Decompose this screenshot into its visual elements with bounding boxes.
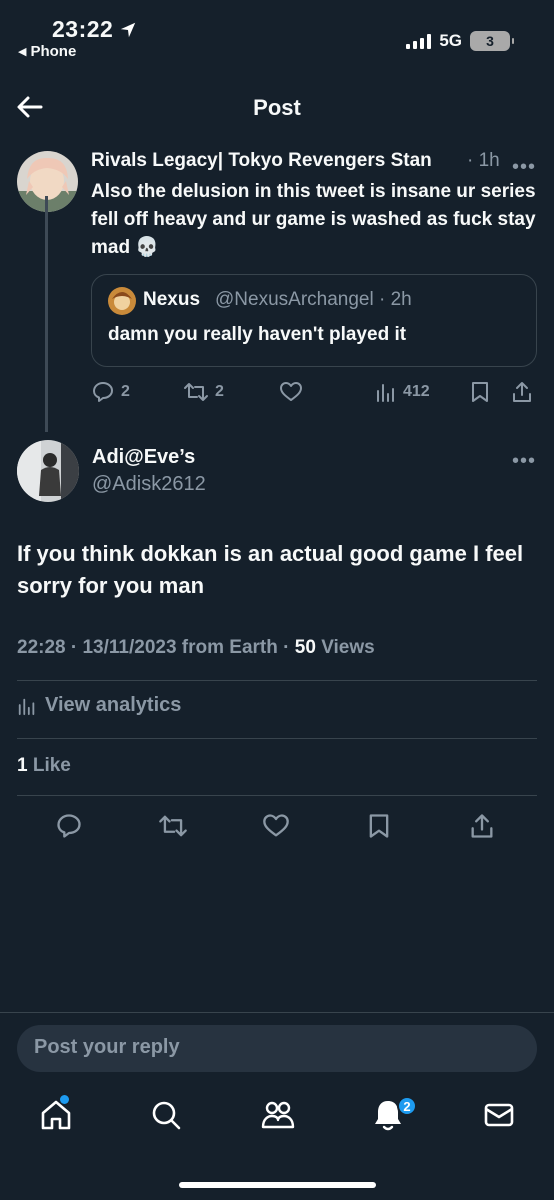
reply-button[interactable]: 2 — [91, 378, 130, 406]
bookmark-icon[interactable] — [366, 812, 392, 840]
bookmark-icon — [472, 382, 488, 402]
likes-count: 1 — [17, 755, 28, 776]
views-count: 50 — [294, 637, 316, 658]
thread-connector — [45, 196, 48, 432]
reply-icon[interactable] — [55, 812, 83, 840]
parent-post-text: Also the delusion in this tweet is insan… — [91, 181, 536, 258]
analytics-icon — [18, 698, 35, 715]
messages-icon[interactable] — [481, 1097, 517, 1133]
bookmark-button[interactable] — [469, 378, 491, 406]
share-icon[interactable] — [469, 812, 495, 840]
repost-icon[interactable] — [158, 812, 188, 840]
main-handle[interactable]: @Adisk2612 — [92, 473, 206, 496]
more-options-icon[interactable]: ••• — [512, 156, 536, 179]
back-triangle-icon: ◀ — [18, 46, 27, 58]
parent-post-time: · 1h — [467, 150, 500, 171]
view-analytics-button[interactable]: View analytics — [17, 694, 181, 717]
quote-display-name: Nexus — [143, 289, 201, 310]
repost-icon — [184, 383, 208, 401]
divider — [17, 795, 537, 796]
parent-display-name[interactable]: Rivals Legacy| Tokyo Revengers Stan — [91, 150, 432, 172]
quote-text: damn you really haven't played it — [108, 324, 407, 345]
analytics-label: View analytics — [45, 694, 182, 716]
network-type: 5G — [439, 31, 462, 50]
views-label: Views — [321, 637, 375, 658]
heart-icon[interactable] — [262, 812, 290, 840]
main-avatar[interactable] — [17, 440, 79, 502]
repost-count: 2 — [215, 383, 224, 400]
like-button[interactable] — [279, 378, 303, 406]
cellular-signal-icon — [406, 33, 432, 49]
views-button[interactable]: 412 — [375, 378, 430, 406]
search-icon[interactable] — [148, 1097, 184, 1133]
back-to-app-button[interactable]: ◀ Phone — [18, 43, 76, 60]
location-arrow-icon — [121, 22, 136, 37]
quoted-post-card[interactable] — [91, 274, 537, 367]
likes-summary[interactable]: 1 Like — [17, 755, 71, 777]
divider — [17, 738, 537, 739]
status-time: 23:22 — [52, 16, 137, 43]
post-meta: 22:28 · 13/11/2023 from Earth · 50 Views — [17, 637, 375, 659]
quote-handle: @NexusArchangel · 2h — [215, 289, 412, 310]
home-notification-dot — [60, 1095, 69, 1104]
share-button[interactable] — [511, 378, 533, 406]
communities-icon[interactable] — [260, 1097, 296, 1133]
view-count: 412 — [403, 383, 430, 400]
divider — [17, 680, 537, 681]
home-indicator[interactable] — [179, 1182, 376, 1188]
battery-icon: 3 — [470, 31, 514, 51]
more-options-icon-main[interactable]: ••• — [512, 450, 536, 473]
reply-count: 2 — [121, 383, 130, 400]
heart-icon — [280, 382, 302, 401]
post-timestamp: 22:28 · 13/11/2023 from Earth · — [17, 637, 290, 658]
reply-icon — [93, 382, 113, 402]
notifications-badge: 2 — [397, 1096, 417, 1116]
home-icon[interactable] — [38, 1097, 74, 1133]
back-app-label: Phone — [30, 43, 77, 60]
repost-button[interactable]: 2 — [183, 378, 224, 406]
clock-text: 23:22 — [52, 16, 114, 42]
page-title: Post — [253, 95, 301, 120]
main-display-name[interactable]: Adi@Eve’s — [92, 446, 195, 469]
status-indicators: 5G 3 — [406, 31, 514, 51]
share-icon — [513, 382, 531, 402]
battery-level: 3 — [486, 33, 494, 49]
likes-label: Like — [32, 755, 71, 776]
reply-placeholder: Post your reply — [34, 1036, 180, 1058]
analytics-icon — [377, 384, 394, 402]
main-post-text: If you think dokkan is an actual good ga… — [17, 541, 524, 598]
quote-avatar — [108, 287, 136, 315]
divider — [0, 1012, 554, 1013]
